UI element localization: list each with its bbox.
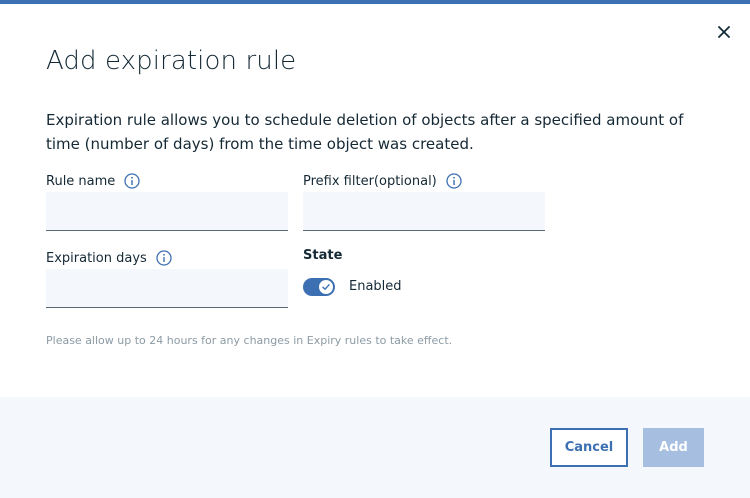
expiration-days-label: Expiration days	[46, 250, 147, 266]
state-toggle[interactable]	[303, 278, 335, 296]
state-label: State	[303, 248, 343, 263]
add-button[interactable]: Add	[643, 428, 704, 467]
expiry-note: Please allow up to 24 hours for any chan…	[46, 334, 453, 347]
state-toggle-label: Enabled	[349, 279, 402, 294]
rule-name-label-row: Rule name	[46, 173, 140, 189]
rule-name-input[interactable]	[46, 192, 288, 231]
modal-title: Add expiration rule	[46, 46, 297, 76]
modal-accent-bar	[0, 0, 750, 4]
close-icon	[718, 26, 730, 38]
cancel-button[interactable]: Cancel	[550, 428, 628, 467]
rule-name-label: Rule name	[46, 173, 116, 189]
info-icon[interactable]	[124, 173, 140, 189]
info-icon[interactable]	[446, 173, 462, 189]
checkmark-icon	[319, 280, 333, 294]
prefix-filter-label: Prefix filter(optional)	[303, 173, 437, 189]
expiration-days-input[interactable]	[46, 269, 288, 308]
modal-description: Expiration rule allows you to schedule d…	[46, 111, 684, 153]
modal-footer	[0, 397, 750, 498]
expiration-days-label-row: Expiration days	[46, 250, 172, 266]
close-button[interactable]	[714, 22, 734, 42]
prefix-filter-input[interactable]	[303, 192, 545, 231]
add-expiration-rule-modal: Add expiration rule Expiration rule allo…	[0, 0, 750, 498]
prefix-filter-label-row: Prefix filter(optional)	[303, 173, 462, 189]
info-icon[interactable]	[156, 250, 172, 266]
